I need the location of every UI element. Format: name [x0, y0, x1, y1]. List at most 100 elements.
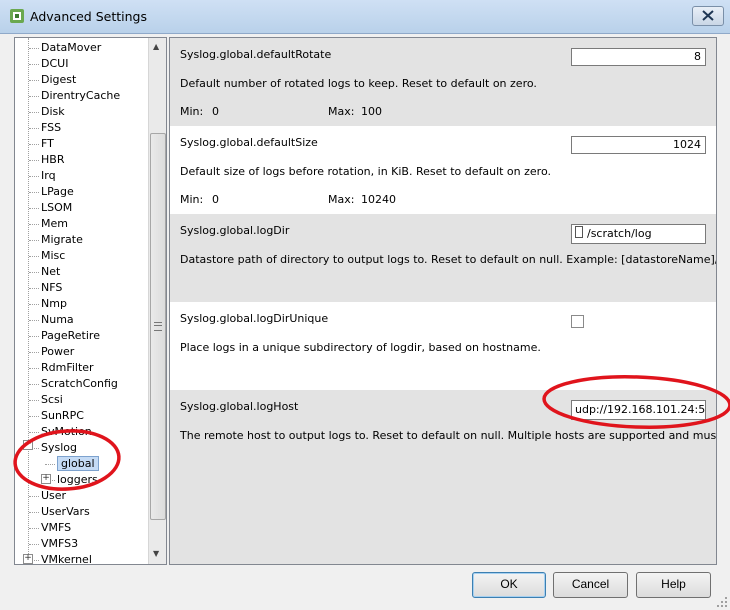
- tree-connector: [29, 271, 39, 273]
- tree-connector: [29, 367, 39, 369]
- tree-item-label: RdmFilter: [41, 361, 94, 374]
- tree-item-hbr[interactable]: HBR: [29, 152, 64, 168]
- tree-item-scratchconfig[interactable]: ScratchConfig: [29, 376, 118, 392]
- tree-item-label: Mem: [41, 217, 68, 230]
- tree-item-vmfs3[interactable]: VMFS3: [29, 536, 78, 552]
- min-label: Min:: [180, 105, 204, 118]
- tree-connector: [29, 239, 39, 241]
- tree-item-label: VMFS: [41, 521, 72, 534]
- setting-row-log-host: Syslog.global.logHost udp://192.168.101.…: [170, 390, 716, 564]
- scroll-up-icon[interactable]: ▲: [153, 42, 159, 51]
- min-label: Min:: [180, 193, 204, 206]
- tree-item-label: HBR: [41, 153, 65, 166]
- cancel-button[interactable]: Cancel: [553, 572, 628, 598]
- tree-item-ft[interactable]: FT: [29, 136, 54, 152]
- tree-item-misc[interactable]: Misc: [29, 248, 65, 264]
- tree-item-label: DCUI: [41, 57, 69, 70]
- expand-loggers-icon[interactable]: +: [41, 474, 51, 484]
- tree-item-global[interactable]: global: [45, 456, 99, 472]
- tree-connector: [29, 143, 39, 145]
- setting-name: Syslog.global.defaultRotate: [180, 48, 332, 61]
- default-rotate-input[interactable]: 8: [571, 48, 706, 66]
- tree-item-vmfs[interactable]: VMFS: [29, 520, 71, 536]
- tree-item-label: ScratchConfig: [41, 377, 118, 390]
- tree-connector: [29, 79, 39, 81]
- tree-item-label: SunRPC: [41, 409, 84, 422]
- tree-connector: [29, 303, 39, 305]
- window-title: Advanced Settings: [30, 9, 147, 24]
- tree-connector: [29, 527, 39, 529]
- tree-connector: [29, 127, 39, 129]
- setting-description: The remote host to output logs to. Reset…: [180, 429, 717, 442]
- tree-item-label: SvMotion: [41, 425, 92, 438]
- ok-button[interactable]: OK: [472, 572, 546, 598]
- log-dir-input[interactable]: /scratch/log: [571, 224, 706, 244]
- tree-connector: [29, 383, 39, 385]
- close-button[interactable]: [692, 6, 724, 26]
- tree-item-svmotion[interactable]: SvMotion: [29, 424, 92, 440]
- tree-item-label: global: [57, 456, 99, 471]
- tree-connector: [29, 223, 39, 225]
- default-size-input[interactable]: 1024: [571, 136, 706, 154]
- tree-item-nmp[interactable]: Nmp: [29, 296, 67, 312]
- expand-vmkernel-icon[interactable]: +: [23, 554, 33, 564]
- grip-icon: [154, 322, 162, 331]
- tree-item-net[interactable]: Net: [29, 264, 60, 280]
- tree-item-datamover[interactable]: DataMover: [29, 40, 101, 56]
- scroll-thumb[interactable]: [150, 133, 166, 520]
- tree-item-label: Migrate: [41, 233, 83, 246]
- min-value: 0: [212, 193, 219, 206]
- tree-item-mem[interactable]: Mem: [29, 216, 68, 232]
- tree-item-nfs[interactable]: NFS: [29, 280, 62, 296]
- tree-item-power[interactable]: Power: [29, 344, 74, 360]
- tree-scrollbar[interactable]: ▲ ▼: [148, 38, 166, 564]
- tree-item-loggers[interactable]: loggers: [45, 472, 98, 488]
- log-host-input[interactable]: udp://192.168.101.24:514: [571, 400, 706, 420]
- tree-item-uservars[interactable]: UserVars: [29, 504, 90, 520]
- max-value: 100: [361, 105, 382, 118]
- tree-item-fss[interactable]: FSS: [29, 120, 61, 136]
- tree-connector: [29, 495, 39, 497]
- tree-item-syslog[interactable]: Syslog: [29, 440, 77, 456]
- tree-item-label: VMkernel: [41, 553, 92, 565]
- category-tree[interactable]: DataMover DCUI Digest DirentryCache Disk FSS F…: [14, 37, 167, 565]
- tree-connector: [29, 335, 39, 337]
- tree-item-label: Net: [41, 265, 61, 278]
- help-button[interactable]: Help: [636, 572, 711, 598]
- tree-connector: [29, 319, 39, 321]
- tree-item-user[interactable]: User: [29, 488, 66, 504]
- close-icon: [702, 10, 714, 21]
- tree-item-dcui[interactable]: DCUI: [29, 56, 68, 72]
- setting-range: Min: 0 Max: 100: [180, 105, 382, 118]
- tree-item-irq[interactable]: Irq: [29, 168, 56, 184]
- tree-connector: [29, 255, 39, 257]
- tree-connector: [29, 351, 39, 353]
- tree-item-label: Irq: [41, 169, 56, 182]
- tree-item-pageretire[interactable]: PageRetire: [29, 328, 100, 344]
- collapse-syslog-icon[interactable]: −: [23, 440, 33, 450]
- tree-item-sunrpc[interactable]: SunRPC: [29, 408, 84, 424]
- tree-item-scsi[interactable]: Scsi: [29, 392, 63, 408]
- tree-item-label: User: [41, 489, 67, 502]
- setting-row-default-size: Syslog.global.defaultSize 1024 Default s…: [170, 126, 716, 214]
- tree-item-lsom[interactable]: LSOM: [29, 200, 72, 216]
- tree-item-vmkernel[interactable]: VMkernel: [29, 552, 92, 565]
- tree-connector: [29, 63, 39, 65]
- tree-item-migrate[interactable]: Migrate: [29, 232, 83, 248]
- scroll-down-icon[interactable]: ▼: [153, 549, 159, 558]
- tree-connector: [29, 431, 39, 433]
- tree-item-numa[interactable]: Numa: [29, 312, 74, 328]
- tree-connector: [45, 463, 55, 465]
- setting-row-log-dir-unique: Syslog.global.logDirUnique Place logs in…: [170, 302, 716, 390]
- tree-item-lpage[interactable]: LPage: [29, 184, 74, 200]
- resize-grip-icon[interactable]: [716, 596, 728, 608]
- tree-item-disk[interactable]: Disk: [29, 104, 65, 120]
- settings-list: Syslog.global.defaultRotate 8 Default nu…: [169, 37, 717, 565]
- tree-item-rdmfilter[interactable]: RdmFilter: [29, 360, 94, 376]
- log-dir-unique-checkbox[interactable]: [571, 315, 584, 328]
- tree-item-direntrycache[interactable]: DirentryCache: [29, 88, 120, 104]
- tree-item-label: DirentryCache: [41, 89, 121, 102]
- tree-item-label: LSOM: [41, 201, 73, 214]
- tree-connector: [29, 175, 39, 177]
- tree-item-digest[interactable]: Digest: [29, 72, 76, 88]
